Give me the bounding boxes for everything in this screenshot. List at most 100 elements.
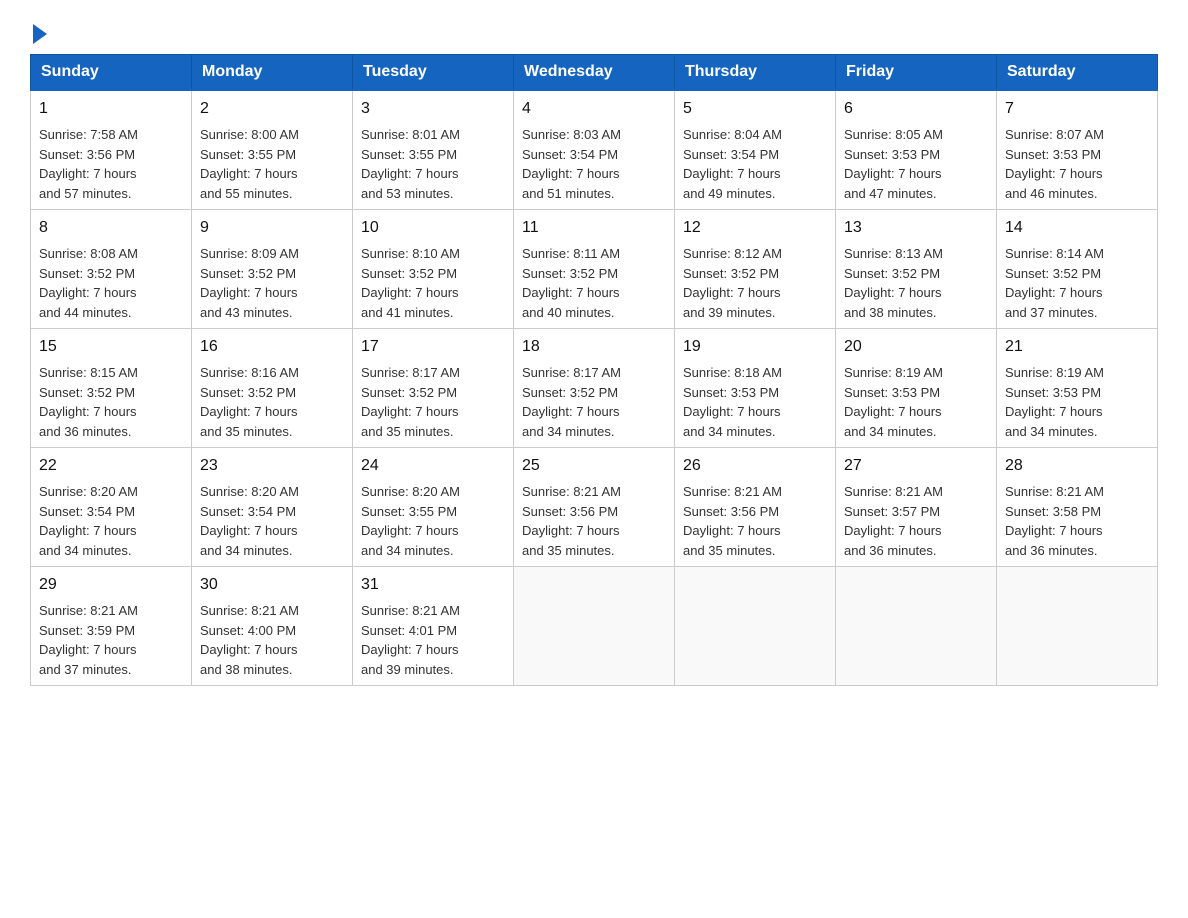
day-number: 31	[361, 573, 505, 597]
calendar-day-cell: 8 Sunrise: 8:08 AMSunset: 3:52 PMDaylight…	[31, 210, 192, 329]
day-number: 6	[844, 97, 988, 121]
day-number: 1	[39, 97, 183, 121]
weekday-header-friday: Friday	[836, 55, 997, 91]
day-number: 30	[200, 573, 344, 597]
calendar-day-cell: 3Sunrise: 8:01 AMSunset: 3:55 PMDaylight…	[353, 90, 514, 210]
logo	[30, 20, 47, 44]
weekday-header-thursday: Thursday	[675, 55, 836, 91]
day-number: 16	[200, 335, 344, 359]
calendar-week-row: 8 Sunrise: 8:08 AMSunset: 3:52 PMDaylight…	[31, 210, 1158, 329]
calendar-day-cell: 7Sunrise: 8:07 AMSunset: 3:53 PMDaylight…	[997, 90, 1158, 210]
calendar-day-cell	[514, 567, 675, 686]
calendar-day-cell: 27 Sunrise: 8:21 AMSunset: 3:57 PMDayligh…	[836, 448, 997, 567]
calendar-week-row: 29 Sunrise: 8:21 AMSunset: 3:59 PMDayligh…	[31, 567, 1158, 686]
day-info: Sunrise: 8:21 AMSunset: 3:59 PMDaylight:…	[39, 601, 183, 679]
weekday-header-sunday: Sunday	[31, 55, 192, 91]
calendar-day-cell: 30Sunrise: 8:21 AMSunset: 4:00 PMDayligh…	[192, 567, 353, 686]
day-number: 28	[1005, 454, 1149, 478]
day-info: Sunrise: 8:05 AMSunset: 3:53 PMDaylight:…	[844, 125, 988, 203]
calendar-day-cell: 23 Sunrise: 8:20 AMSunset: 3:54 PMDayligh…	[192, 448, 353, 567]
calendar-day-cell: 31 Sunrise: 8:21 AMSunset: 4:01 PMDayligh…	[353, 567, 514, 686]
day-number: 20	[844, 335, 988, 359]
day-number: 8	[39, 216, 183, 240]
day-number: 4	[522, 97, 666, 121]
calendar-day-cell: 6 Sunrise: 8:05 AMSunset: 3:53 PMDaylight…	[836, 90, 997, 210]
day-number: 17	[361, 335, 505, 359]
calendar-day-cell: 14Sunrise: 8:14 AMSunset: 3:52 PMDayligh…	[997, 210, 1158, 329]
day-number: 23	[200, 454, 344, 478]
weekday-header-wednesday: Wednesday	[514, 55, 675, 91]
calendar-day-cell: 11Sunrise: 8:11 AMSunset: 3:52 PMDayligh…	[514, 210, 675, 329]
calendar-day-cell	[836, 567, 997, 686]
day-info: Sunrise: 8:14 AMSunset: 3:52 PMDaylight:…	[1005, 244, 1149, 322]
calendar-week-row: 1 Sunrise: 7:58 AMSunset: 3:56 PMDaylight…	[31, 90, 1158, 210]
calendar-day-cell: 29 Sunrise: 8:21 AMSunset: 3:59 PMDayligh…	[31, 567, 192, 686]
day-number: 18	[522, 335, 666, 359]
weekday-header-saturday: Saturday	[997, 55, 1158, 91]
calendar-day-cell: 16Sunrise: 8:16 AMSunset: 3:52 PMDayligh…	[192, 329, 353, 448]
day-info: Sunrise: 8:19 AMSunset: 3:53 PMDaylight:…	[844, 363, 988, 441]
page-header	[30, 20, 1158, 44]
day-info: Sunrise: 8:20 AMSunset: 3:54 PMDaylight:…	[39, 482, 183, 560]
day-info: Sunrise: 7:58 AMSunset: 3:56 PMDaylight:…	[39, 125, 183, 203]
calendar-day-cell: 20 Sunrise: 8:19 AMSunset: 3:53 PMDayligh…	[836, 329, 997, 448]
day-number: 22	[39, 454, 183, 478]
day-info: Sunrise: 8:09 AMSunset: 3:52 PMDaylight:…	[200, 244, 344, 322]
day-info: Sunrise: 8:20 AMSunset: 3:55 PMDaylight:…	[361, 482, 505, 560]
calendar-day-cell: 18 Sunrise: 8:17 AMSunset: 3:52 PMDayligh…	[514, 329, 675, 448]
calendar-day-cell: 26 Sunrise: 8:21 AMSunset: 3:56 PMDayligh…	[675, 448, 836, 567]
calendar-day-cell: 24 Sunrise: 8:20 AMSunset: 3:55 PMDayligh…	[353, 448, 514, 567]
calendar-day-cell: 28 Sunrise: 8:21 AMSunset: 3:58 PMDayligh…	[997, 448, 1158, 567]
day-number: 5	[683, 97, 827, 121]
weekday-header-row: SundayMondayTuesdayWednesdayThursdayFrid…	[31, 55, 1158, 91]
day-number: 24	[361, 454, 505, 478]
calendar-day-cell: 15 Sunrise: 8:15 AMSunset: 3:52 PMDayligh…	[31, 329, 192, 448]
day-number: 3	[361, 97, 505, 121]
day-number: 9	[200, 216, 344, 240]
day-info: Sunrise: 8:08 AMSunset: 3:52 PMDaylight:…	[39, 244, 183, 322]
weekday-header-monday: Monday	[192, 55, 353, 91]
day-number: 26	[683, 454, 827, 478]
calendar-day-cell: 9 Sunrise: 8:09 AMSunset: 3:52 PMDaylight…	[192, 210, 353, 329]
calendar-day-cell: 2 Sunrise: 8:00 AMSunset: 3:55 PMDaylight…	[192, 90, 353, 210]
calendar-day-cell: 25 Sunrise: 8:21 AMSunset: 3:56 PMDayligh…	[514, 448, 675, 567]
day-info: Sunrise: 8:21 AMSunset: 3:56 PMDaylight:…	[683, 482, 827, 560]
day-info: Sunrise: 8:17 AMSunset: 3:52 PMDaylight:…	[522, 363, 666, 441]
day-info: Sunrise: 8:21 AMSunset: 3:57 PMDaylight:…	[844, 482, 988, 560]
day-number: 27	[844, 454, 988, 478]
day-info: Sunrise: 8:00 AMSunset: 3:55 PMDaylight:…	[200, 125, 344, 203]
day-number: 2	[200, 97, 344, 121]
calendar-week-row: 15 Sunrise: 8:15 AMSunset: 3:52 PMDayligh…	[31, 329, 1158, 448]
day-info: Sunrise: 8:21 AMSunset: 3:56 PMDaylight:…	[522, 482, 666, 560]
calendar-day-cell	[675, 567, 836, 686]
calendar-day-cell: 1 Sunrise: 7:58 AMSunset: 3:56 PMDaylight…	[31, 90, 192, 210]
day-info: Sunrise: 8:04 AMSunset: 3:54 PMDaylight:…	[683, 125, 827, 203]
day-number: 13	[844, 216, 988, 240]
calendar-day-cell: 4 Sunrise: 8:03 AMSunset: 3:54 PMDaylight…	[514, 90, 675, 210]
logo-arrow-icon	[33, 24, 47, 44]
day-info: Sunrise: 8:07 AMSunset: 3:53 PMDaylight:…	[1005, 125, 1149, 203]
day-info: Sunrise: 8:15 AMSunset: 3:52 PMDaylight:…	[39, 363, 183, 441]
day-info: Sunrise: 8:11 AMSunset: 3:52 PMDaylight:…	[522, 244, 666, 322]
day-info: Sunrise: 8:21 AMSunset: 4:01 PMDaylight:…	[361, 601, 505, 679]
day-number: 29	[39, 573, 183, 597]
day-info: Sunrise: 8:20 AMSunset: 3:54 PMDaylight:…	[200, 482, 344, 560]
calendar-day-cell: 10Sunrise: 8:10 AMSunset: 3:52 PMDayligh…	[353, 210, 514, 329]
calendar-table: SundayMondayTuesdayWednesdayThursdayFrid…	[30, 54, 1158, 686]
day-info: Sunrise: 8:03 AMSunset: 3:54 PMDaylight:…	[522, 125, 666, 203]
calendar-day-cell: 13 Sunrise: 8:13 AMSunset: 3:52 PMDayligh…	[836, 210, 997, 329]
calendar-day-cell: 22 Sunrise: 8:20 AMSunset: 3:54 PMDayligh…	[31, 448, 192, 567]
calendar-day-cell: 12Sunrise: 8:12 AMSunset: 3:52 PMDayligh…	[675, 210, 836, 329]
day-info: Sunrise: 8:12 AMSunset: 3:52 PMDaylight:…	[683, 244, 827, 322]
day-info: Sunrise: 8:17 AMSunset: 3:52 PMDaylight:…	[361, 363, 505, 441]
day-number: 25	[522, 454, 666, 478]
calendar-day-cell: 17 Sunrise: 8:17 AMSunset: 3:52 PMDayligh…	[353, 329, 514, 448]
day-info: Sunrise: 8:13 AMSunset: 3:52 PMDaylight:…	[844, 244, 988, 322]
day-info: Sunrise: 8:18 AMSunset: 3:53 PMDaylight:…	[683, 363, 827, 441]
weekday-header-tuesday: Tuesday	[353, 55, 514, 91]
day-info: Sunrise: 8:21 AMSunset: 3:58 PMDaylight:…	[1005, 482, 1149, 560]
calendar-day-cell: 19Sunrise: 8:18 AMSunset: 3:53 PMDayligh…	[675, 329, 836, 448]
calendar-week-row: 22 Sunrise: 8:20 AMSunset: 3:54 PMDayligh…	[31, 448, 1158, 567]
day-number: 15	[39, 335, 183, 359]
calendar-day-cell: 5 Sunrise: 8:04 AMSunset: 3:54 PMDaylight…	[675, 90, 836, 210]
